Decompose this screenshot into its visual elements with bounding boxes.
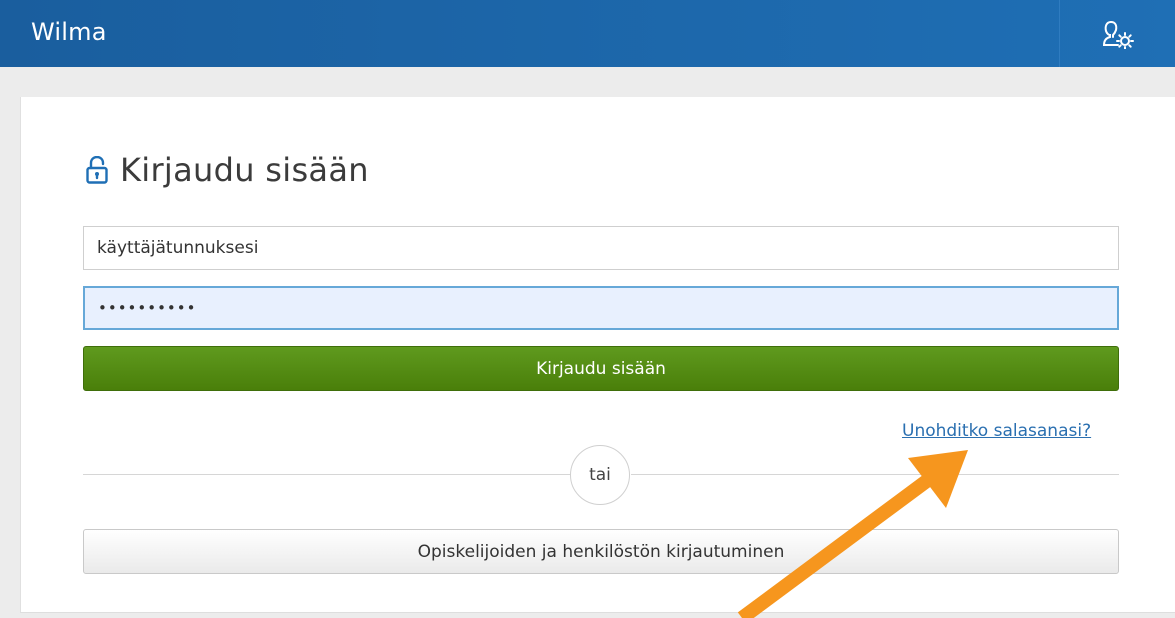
login-button[interactable]: Kirjaudu sisään <box>83 346 1119 391</box>
forgot-password-link[interactable]: Unohditko salasanasi? <box>902 421 1091 441</box>
username-input[interactable] <box>83 226 1119 270</box>
password-input[interactable] <box>83 286 1119 330</box>
sso-login-button[interactable]: Opiskelijoiden ja henkilöstön kirjautumi… <box>83 529 1119 574</box>
user-gear-icon <box>1102 20 1134 49</box>
user-settings-button[interactable] <box>1060 0 1175 67</box>
divider-line-left <box>83 474 570 475</box>
page-title: Kirjaudu sisään <box>120 151 369 189</box>
app-title[interactable]: Wilma <box>31 18 107 46</box>
or-divider: tai <box>570 445 630 505</box>
top-bar: Wilma <box>0 0 1175 67</box>
unlock-icon <box>86 156 108 184</box>
login-heading: Kirjaudu sisään <box>86 150 369 190</box>
divider-line-right <box>631 474 1119 475</box>
